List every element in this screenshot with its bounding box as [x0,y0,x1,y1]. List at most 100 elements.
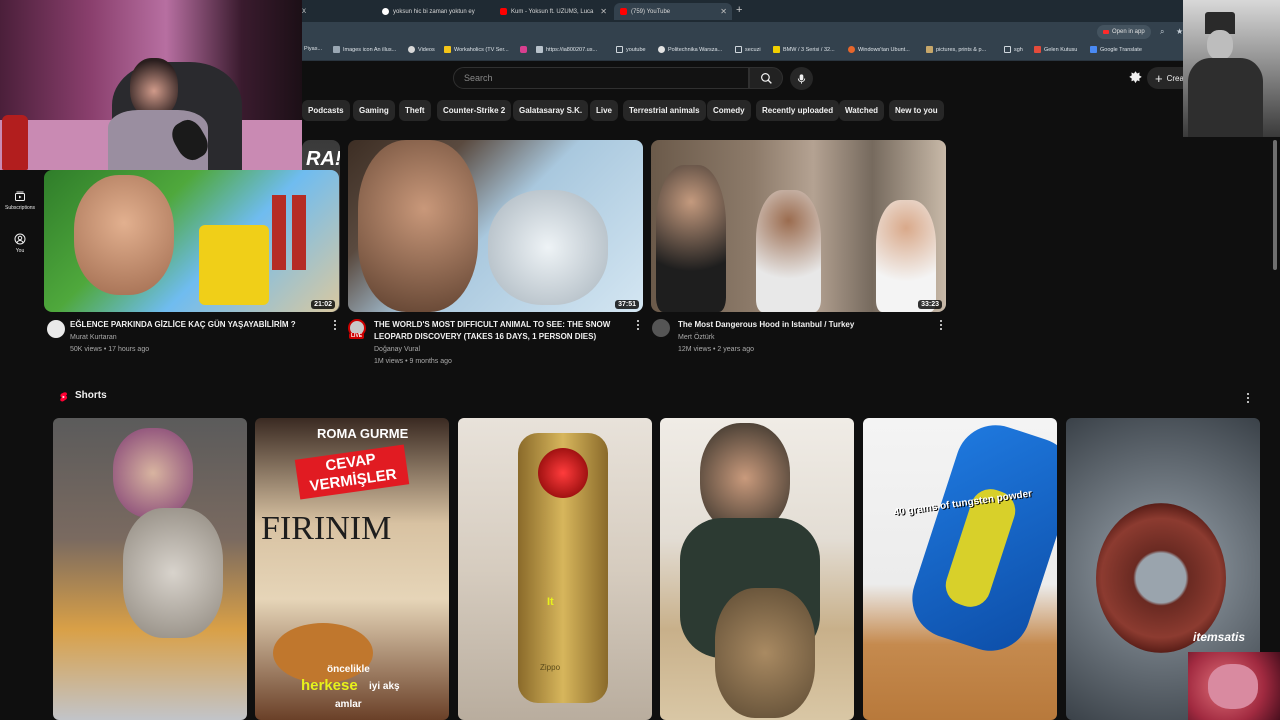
short-thumbnail[interactable]: 40 grams of tungsten powder [863,418,1057,720]
folder-icon [735,46,742,53]
youtube-icon [620,8,627,15]
bookmark-item[interactable]: Videos [408,46,435,53]
channel-name[interactable]: Doğanay Vural [374,344,420,356]
watermark-logo: itemsatis [1193,630,1246,644]
channel-name[interactable]: Mert Öztürk [678,332,715,344]
tab-4-active[interactable]: (759) YouTube ✕ [614,3,732,20]
channel-avatar[interactable] [47,320,65,338]
thumbnail-bin [199,225,269,305]
chip-recently-uploaded[interactable]: Recently uploaded [756,100,840,121]
bookmark-item[interactable]: Piyas... [304,46,322,52]
video-thumbnail[interactable]: 21:02 [44,170,339,312]
channel-avatar[interactable] [652,319,670,337]
thumbnail-figure [272,195,286,270]
historical-photo-overlay [1183,0,1280,137]
bookmark-item[interactable]: https://ia800207.us... [536,46,597,53]
short-brand: Zippo [540,663,561,672]
live-badge: LIVE [349,333,365,339]
chip-podcasts[interactable]: Podcasts [302,100,350,121]
chip-watched[interactable]: Watched [839,100,885,121]
sahibinden-icon [773,46,780,53]
video-duration: 33:23 [918,300,942,309]
video-thumbnail[interactable]: 33:23 [651,140,946,312]
channel-name[interactable]: Murat Kurtaran [70,332,117,344]
sidebar-item-label: Subscriptions [4,205,35,211]
shorts-more-icon[interactable] [1245,391,1251,405]
folder-icon [333,46,340,53]
chip-counter-strike-2[interactable]: Counter-Strike 2 [437,100,512,121]
sidebar-item-subscriptions[interactable]: Subscriptions [0,190,40,211]
search-input[interactable] [454,68,748,88]
thumbnail-person [656,165,726,312]
globe-icon [658,46,665,53]
bookmark-item[interactable]: secuzi [735,46,761,53]
ubuntu-icon [848,46,855,53]
chip-theft[interactable]: Theft [399,100,431,121]
video-title[interactable]: THE WORLD'S MOST DIFFICULT ANIMAL TO SEE… [374,319,626,343]
short-sign: FIRINIM [261,510,392,547]
thumbnail-person [756,190,821,312]
video-meta: 1M views • 9 months ago [374,358,452,365]
tab-2-label: yoksun hic bi zaman yoktun ey [393,8,475,15]
chip-gaming[interactable]: Gaming [353,100,395,121]
chip-terrestrial-animals[interactable]: Terrestrial animals [623,100,706,121]
chip-galatasaray[interactable]: Galatasaray S.K. [513,100,589,121]
search-button[interactable] [749,67,783,89]
more-options-icon[interactable] [332,318,338,332]
webcam-person [130,58,178,118]
open-in-app-button[interactable]: Open in app [1097,25,1151,39]
video-thumbnail[interactable]: 37:51 [348,140,643,312]
chip-live[interactable]: Live [590,100,619,121]
user-icon [14,233,26,245]
search-box [453,67,749,89]
short-thumbnail[interactable] [660,418,854,720]
corner-cam-overlay [1188,652,1280,720]
shorts-heading: Shorts [75,390,107,401]
short-thumbnail[interactable]: It Zippo [458,418,652,720]
bookmark-item[interactable]: Images icon An illus... [333,46,396,53]
video-title[interactable]: The Most Dangerous Hood in Istanbul / Tu… [678,319,928,331]
bookmark-item[interactable]: pictures, prints & p... [926,46,986,53]
translate-icon [1090,46,1097,53]
voice-search-button[interactable] [790,67,813,90]
bookmark-item[interactable]: youtube [616,46,646,53]
short-thumbnail[interactable]: ROMA GURME CEVAP VERMİŞLER FIRINIM öncel… [255,418,449,720]
bookmark-item[interactable]: sgh [1004,46,1023,53]
thumbnail-red-button [538,448,588,498]
close-tab-icon[interactable]: ✕ [720,7,727,16]
close-tab-icon[interactable]: ✕ [600,7,607,16]
bookmark-item[interactable] [520,46,527,53]
bookmark-item[interactable]: Workaholics (TV Ser... [444,46,509,53]
bookmark-item[interactable]: Politechnika Warsza... [658,46,722,53]
video-title[interactable]: EĞLENCE PARKINDA GİZLİCE KAÇ GÜN YAŞAYAB… [70,319,320,331]
bookmark-item[interactable]: Google Translate [1090,46,1142,53]
notification-icon [1129,71,1142,84]
short-thumbnail[interactable] [53,418,247,720]
new-tab-button[interactable]: + [736,4,742,16]
short-caption: iyi akş [369,681,400,692]
sidebar-item-you[interactable]: You [0,233,40,254]
short-caption: It [547,596,554,608]
chip-comedy[interactable]: Comedy [707,100,751,121]
subscriptions-icon [15,191,25,201]
plus-icon: + [1155,70,1163,86]
video-duration: 21:02 [311,300,335,309]
tab-1[interactable]: X [296,3,374,20]
chip-new-to-you[interactable]: New to you [889,100,944,121]
bookmark-item[interactable]: BMW / 3 Serisi / 32... [773,46,835,53]
more-options-icon[interactable] [635,318,641,332]
zoom-icon[interactable]: ⌕ [1160,27,1164,37]
notifications-button[interactable] [1128,70,1143,90]
youtube-icon [500,8,507,15]
tab-2[interactable]: yoksun hic bi zaman yoktun ey [376,3,492,20]
instagram-icon [520,46,527,53]
bookmark-item[interactable]: Gelen Kutusu [1034,46,1077,53]
bookmark-item[interactable]: Windows'tan Ubunt... [848,46,910,53]
microphone-icon [797,73,806,84]
page-scrollbar[interactable] [1273,140,1277,270]
pen-icon [926,46,933,53]
mail-icon [1034,46,1041,53]
more-options-icon[interactable] [938,318,944,332]
tab-1-label: X [302,8,307,15]
tab-3[interactable]: Kum - Yoksun ft. UZUM3, Luca ✕ [494,3,612,20]
